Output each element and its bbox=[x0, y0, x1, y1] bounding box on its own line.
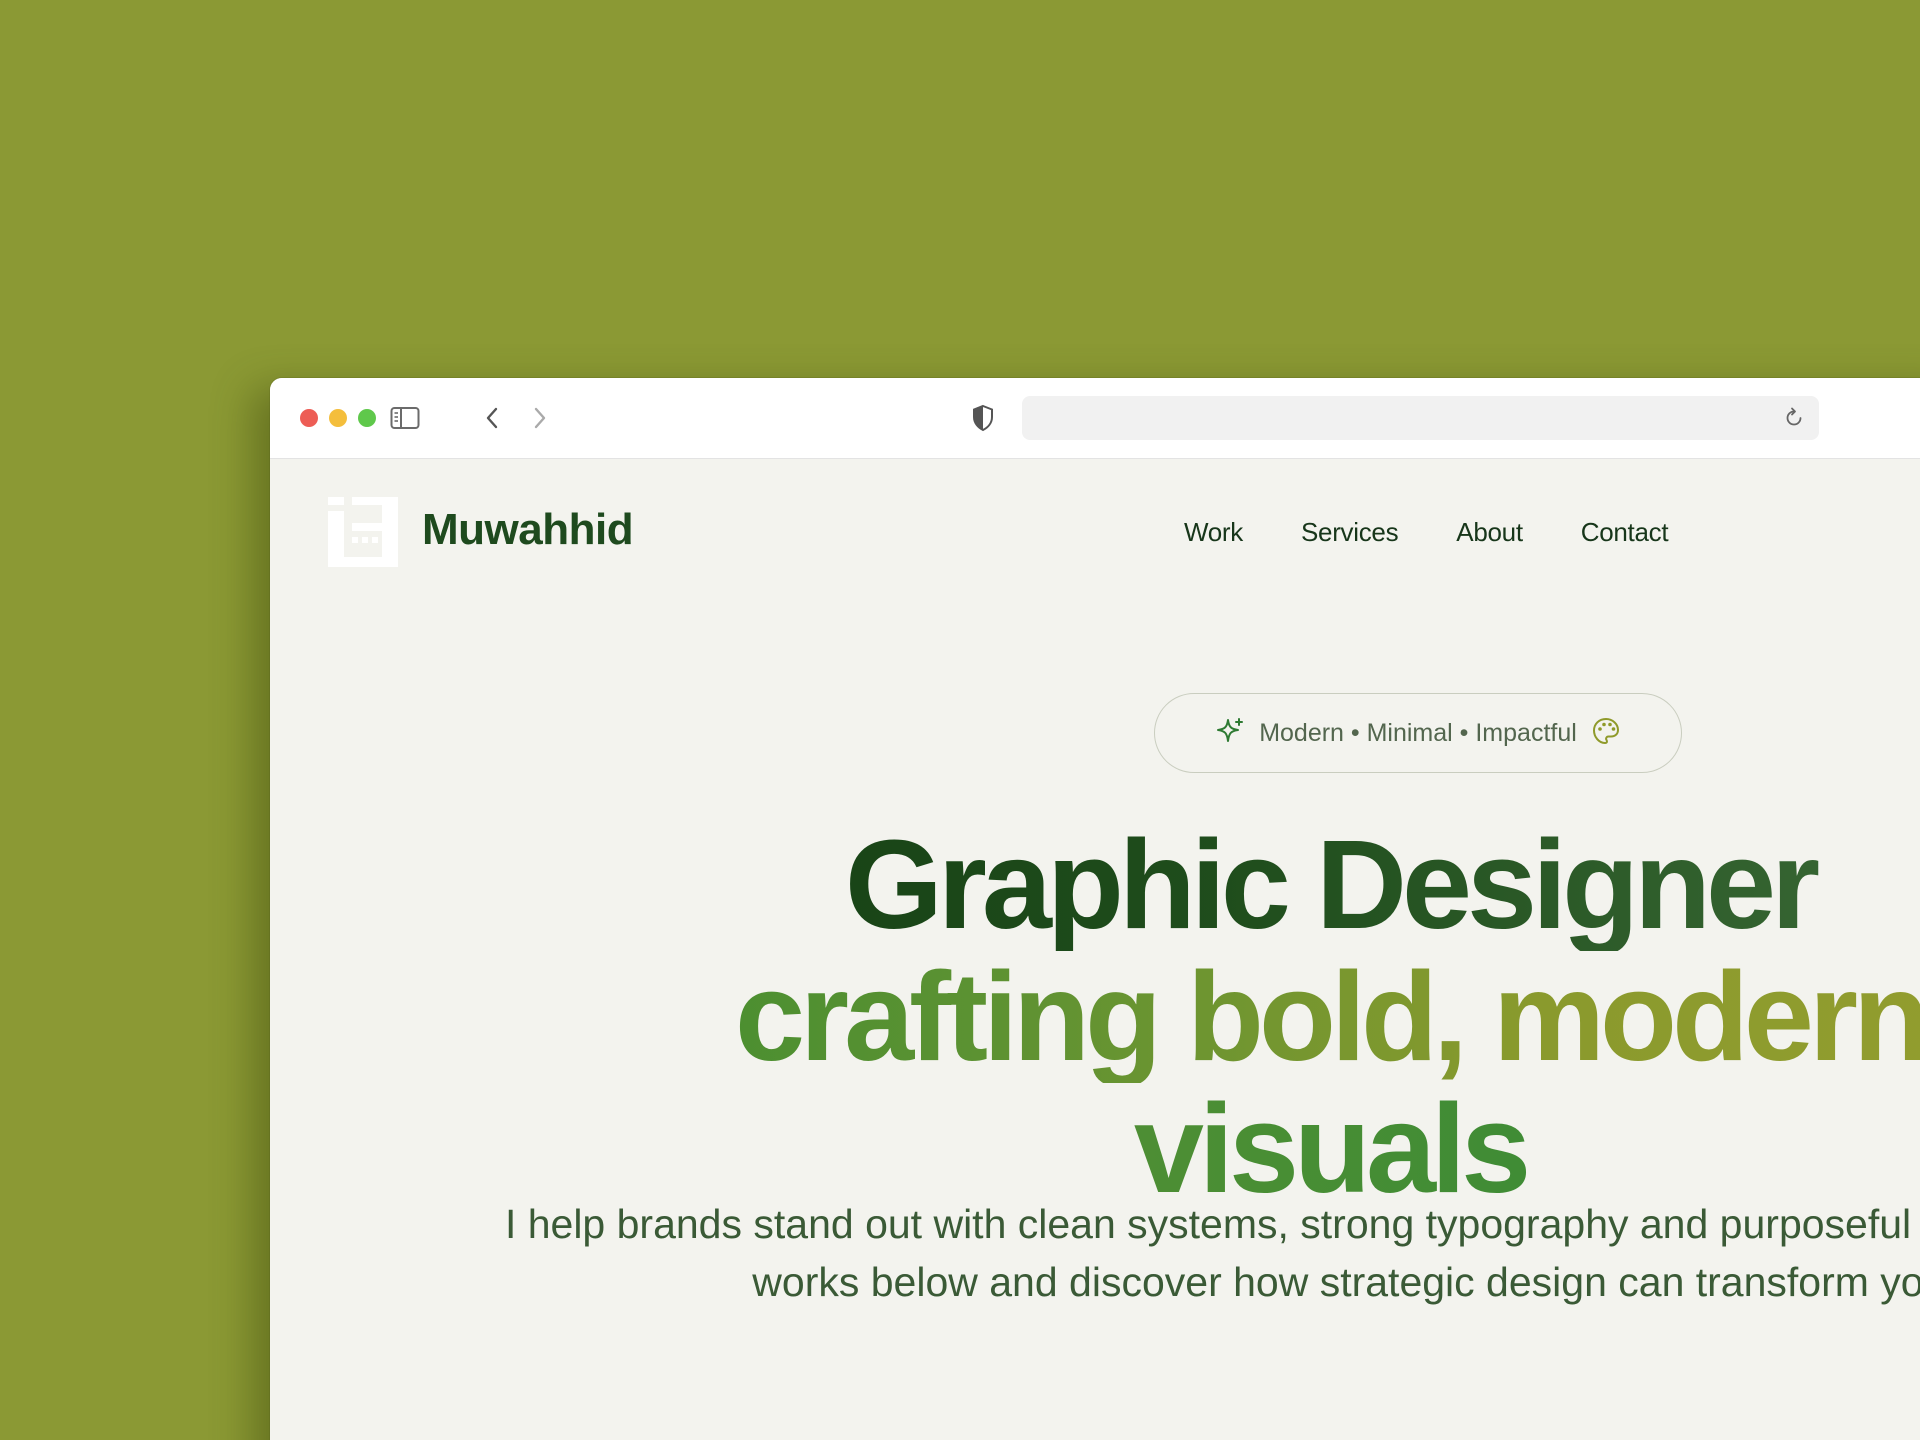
minimize-window-button[interactable] bbox=[329, 409, 347, 427]
browser-window: Muwahhid Work Services About Contact Mod… bbox=[270, 378, 1920, 1440]
close-window-button[interactable] bbox=[300, 409, 318, 427]
nav-link-contact[interactable]: Contact bbox=[1581, 517, 1669, 548]
hero-headline: Graphic Designer crafting bold, modern v… bbox=[270, 819, 1920, 1215]
logo-icon[interactable] bbox=[328, 497, 398, 567]
nav-link-about[interactable]: About bbox=[1456, 517, 1523, 548]
chevron-left-icon[interactable] bbox=[482, 402, 502, 434]
nav-link-services[interactable]: Services bbox=[1301, 517, 1399, 548]
shield-icon[interactable] bbox=[970, 402, 996, 434]
desktop-background: Muwahhid Work Services About Contact Mod… bbox=[0, 0, 1920, 1440]
browser-toolbar bbox=[270, 378, 1920, 459]
nav-link-work[interactable]: Work bbox=[1184, 517, 1243, 548]
main-nav: Work Services About Contact bbox=[1184, 517, 1669, 548]
zoom-window-button[interactable] bbox=[358, 409, 376, 427]
tagline-text: Modern • Minimal • Impactful bbox=[1259, 718, 1577, 747]
headline-line-2: crafting bold, modern bbox=[270, 951, 1920, 1083]
address-bar[interactable] bbox=[1022, 396, 1819, 440]
sparkle-icon bbox=[1215, 716, 1245, 750]
tagline-badge: Modern • Minimal • Impactful bbox=[1154, 693, 1682, 773]
page-content: Muwahhid Work Services About Contact Mod… bbox=[270, 459, 1920, 1440]
sidebar-icon[interactable] bbox=[390, 402, 420, 434]
brand-name[interactable]: Muwahhid bbox=[422, 505, 634, 555]
reload-icon[interactable] bbox=[1783, 407, 1805, 429]
chevron-right-icon[interactable] bbox=[530, 402, 550, 434]
palette-icon bbox=[1591, 716, 1621, 750]
headline-line-1: Graphic Designer bbox=[270, 819, 1920, 951]
hero-description: I help brands stand out with clean syste… bbox=[504, 1201, 1920, 1305]
